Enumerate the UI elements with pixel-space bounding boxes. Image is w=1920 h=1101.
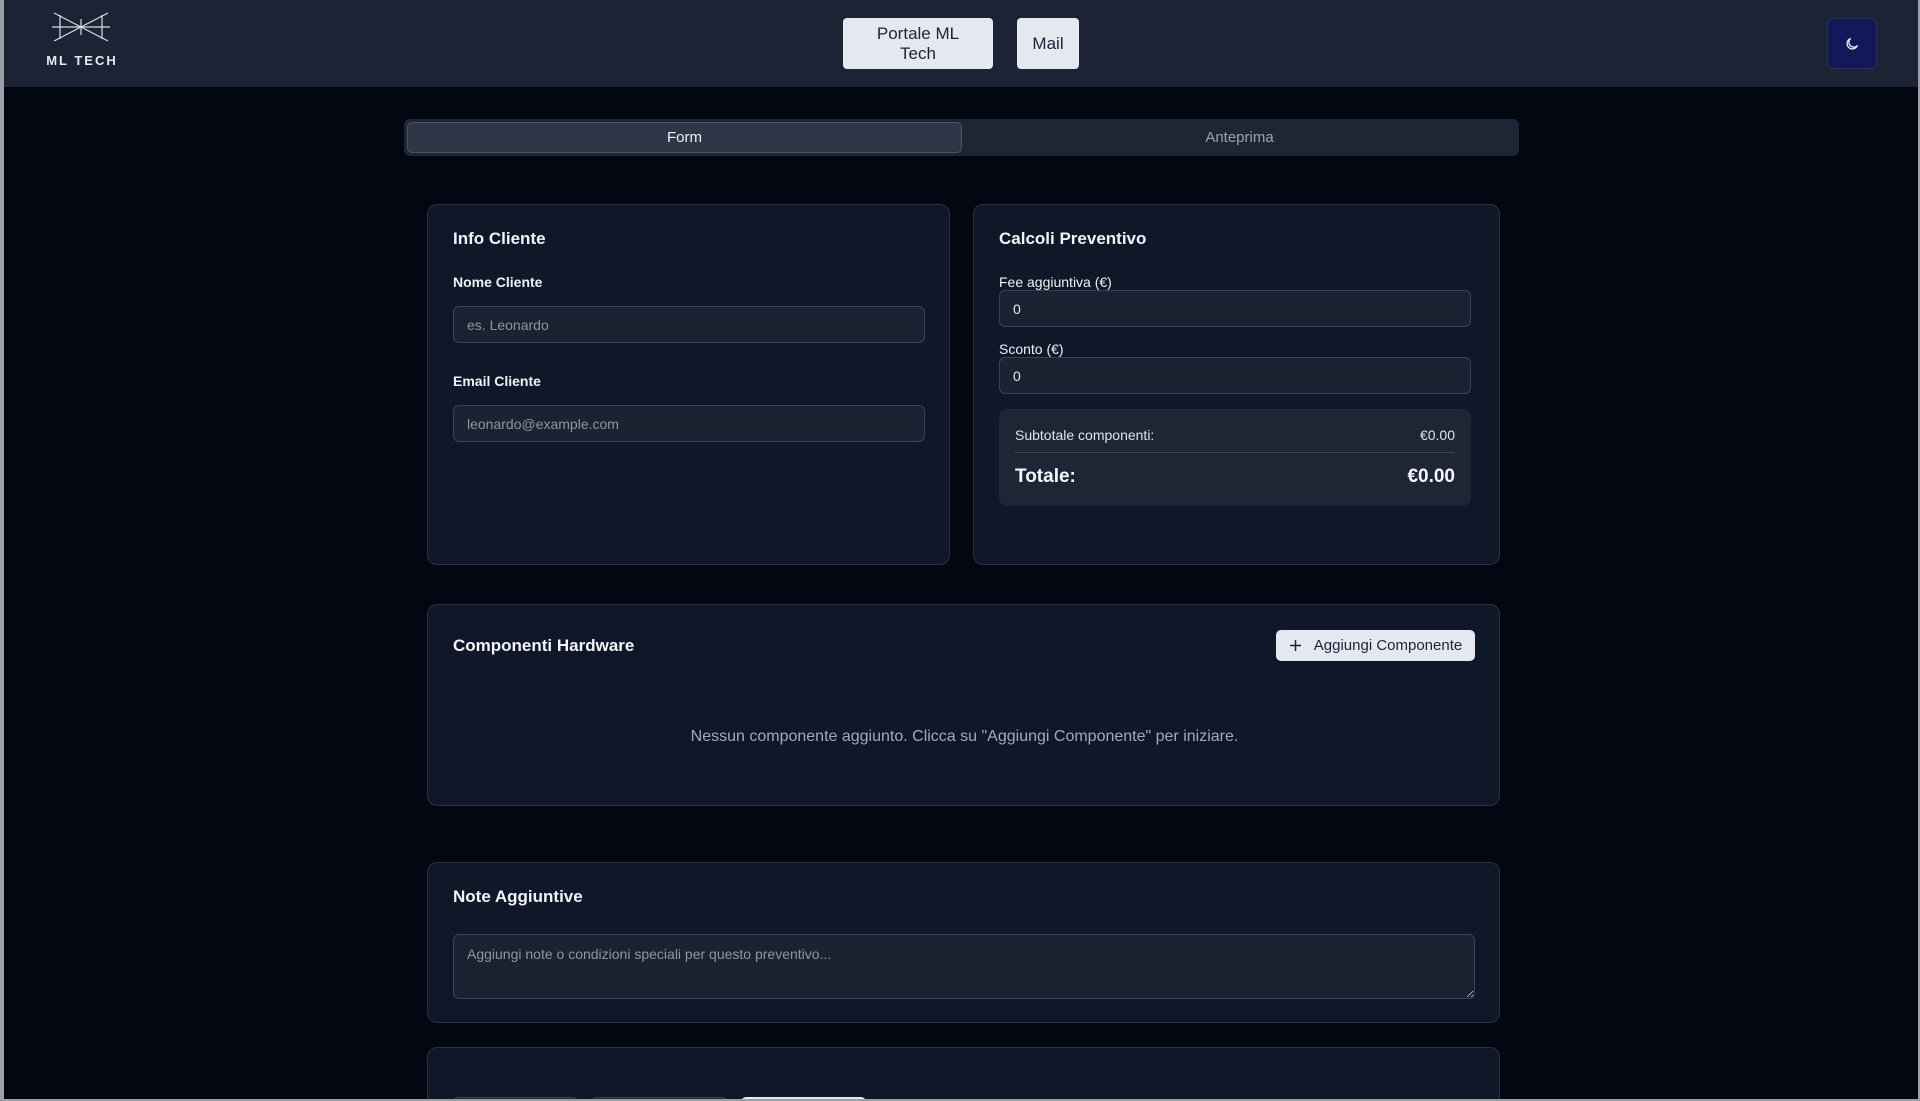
plus-icon bbox=[1289, 640, 1301, 651]
add-component-button[interactable]: Aggiungi Componente bbox=[1276, 630, 1475, 661]
mail-button[interactable]: Mail bbox=[1017, 18, 1079, 69]
tab-form[interactable]: Form bbox=[407, 122, 962, 153]
tab-preview[interactable]: Anteprima bbox=[962, 122, 1517, 153]
logo-text: ML TECH bbox=[46, 53, 118, 68]
client-email-label: Email Cliente bbox=[453, 373, 541, 389]
hardware-title: Componenti Hardware bbox=[453, 636, 635, 655]
action-button[interactable] bbox=[453, 1097, 578, 1099]
total-label: Totale: bbox=[1015, 466, 1076, 487]
portal-button[interactable]: Portale ML Tech bbox=[843, 18, 993, 69]
hardware-components-card: Componenti Hardware Aggiungi Componente … bbox=[427, 604, 1500, 806]
client-name-label: Nome Cliente bbox=[453, 274, 543, 290]
notes-textarea[interactable] bbox=[453, 934, 1475, 999]
total-value: €0.00 bbox=[1407, 466, 1455, 487]
empty-components-message: Nessun componente aggiunto. Clicca su "A… bbox=[690, 728, 1239, 745]
moon-icon bbox=[1846, 37, 1858, 50]
view-tabs: Form Anteprima bbox=[404, 119, 1519, 156]
action-button[interactable] bbox=[741, 1097, 866, 1099]
theme-toggle-button[interactable] bbox=[1827, 18, 1877, 69]
summary-divider bbox=[1015, 452, 1455, 453]
discount-label: Sconto (€) bbox=[999, 341, 1064, 357]
logo[interactable]: ML TECH bbox=[42, 11, 122, 71]
top-bar: ML TECH Portale ML Tech Mail bbox=[4, 0, 1918, 87]
subtotal-label: Subtotale componenti: bbox=[1015, 427, 1155, 443]
quote-summary: Subtotale componenti: €0.00 Totale: €0.0… bbox=[999, 409, 1471, 506]
quote-calc-title: Calcoli Preventivo bbox=[999, 229, 1147, 248]
logo-mark-icon bbox=[52, 12, 110, 42]
app-window: ML TECH Portale ML Tech Mail Form Antepr… bbox=[4, 0, 1918, 1099]
subtotal-value: €0.00 bbox=[1419, 427, 1455, 443]
actions-card bbox=[427, 1047, 1500, 1099]
discount-input[interactable] bbox=[999, 357, 1471, 394]
add-component-label: Aggiungi Componente bbox=[1313, 637, 1463, 654]
client-name-input[interactable] bbox=[453, 306, 925, 343]
notes-title: Note Aggiuntive bbox=[453, 887, 583, 906]
fee-label: Fee aggiuntiva (€) bbox=[999, 274, 1112, 290]
action-button[interactable] bbox=[592, 1097, 727, 1099]
quote-calc-card: Calcoli Preventivo Fee aggiuntiva (€) Sc… bbox=[973, 204, 1500, 565]
client-info-title: Info Cliente bbox=[453, 229, 546, 248]
client-info-card: Info Cliente Nome Cliente Email Cliente bbox=[427, 204, 950, 565]
client-email-input[interactable] bbox=[453, 405, 925, 442]
notes-card: Note Aggiuntive bbox=[427, 862, 1500, 1023]
fee-input[interactable] bbox=[999, 290, 1471, 327]
